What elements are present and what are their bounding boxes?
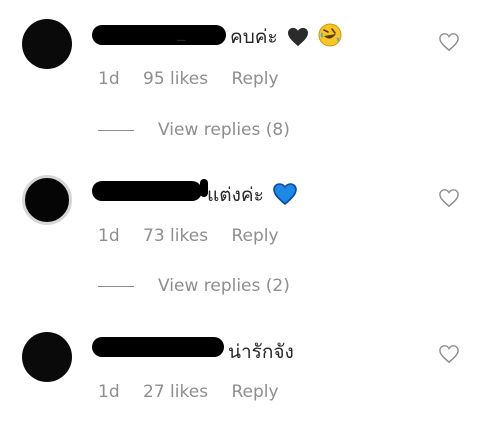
reply-button[interactable]: Reply <box>231 226 278 246</box>
likes-count[interactable]: 95 likes <box>143 69 208 89</box>
black-heart-emoji <box>287 27 308 47</box>
comment-time: 1d <box>98 382 120 402</box>
comment-meta: 1d 95 likes Reply <box>98 69 297 89</box>
username-redacted[interactable] <box>92 337 224 357</box>
comment-meta: 1d 73 likes Reply <box>98 226 297 246</box>
replies-divider <box>98 286 134 287</box>
reply-button[interactable]: Reply <box>231 69 278 89</box>
heart-outline-icon[interactable] <box>438 188 460 208</box>
username-redacted-tail <box>190 25 226 45</box>
comment-meta: 1d 27 likes Reply <box>98 382 297 402</box>
view-replies-button[interactable]: View replies (8) <box>158 120 290 140</box>
comment-time: 1d <box>98 69 120 89</box>
comment-text: คบค่ะ <box>230 22 342 52</box>
rolling-on-floor-laughing-emoji <box>318 23 342 47</box>
replies-divider <box>98 130 134 131</box>
reply-button[interactable]: Reply <box>231 382 278 402</box>
heart-outline-icon[interactable] <box>438 32 460 52</box>
likes-count[interactable]: 27 likes <box>143 382 208 402</box>
username-redacted[interactable] <box>92 181 202 201</box>
blue-heart-emoji <box>273 183 297 205</box>
view-replies-button[interactable]: View replies (2) <box>158 276 290 296</box>
comment-time: 1d <box>98 226 120 246</box>
comment-body: คบค่ะ <box>230 26 278 48</box>
username-suffix: _ <box>177 22 186 42</box>
heart-outline-icon[interactable] <box>438 344 460 364</box>
comment-body: แต่งค่ะ <box>207 184 264 206</box>
comment-text: น่ารักจัง <box>228 337 294 367</box>
avatar[interactable] <box>22 332 72 382</box>
comment-body: น่ารักจัง <box>228 341 294 363</box>
likes-count[interactable]: 73 likes <box>143 226 208 246</box>
avatar[interactable] <box>22 175 72 225</box>
comment-text: แต่งค่ะ <box>207 180 297 210</box>
avatar[interactable] <box>22 19 72 69</box>
